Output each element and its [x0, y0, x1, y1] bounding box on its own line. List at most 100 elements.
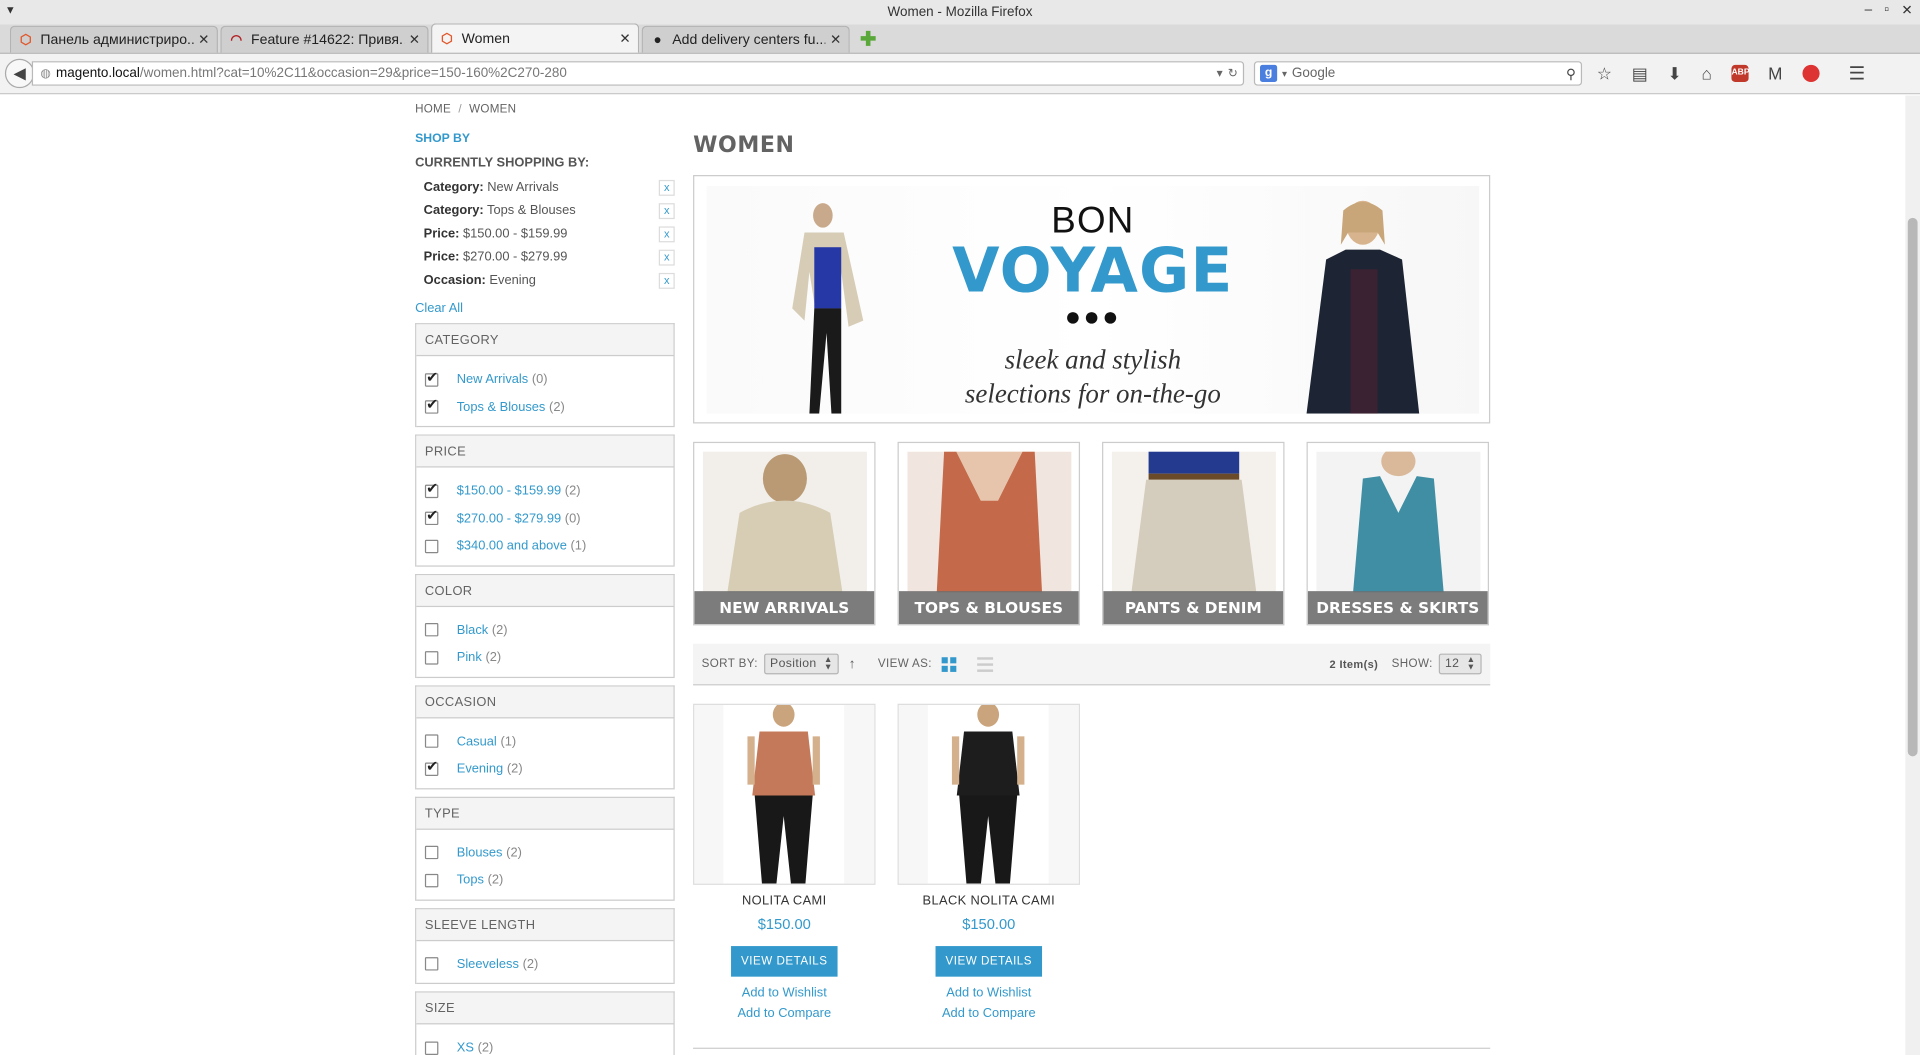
filter-option[interactable]: Tops & Blouses(2) [424, 393, 674, 421]
page-scrollbar[interactable] [1905, 95, 1920, 1055]
layered-navigation: SHOP BY CURRENTLY SHOPPING BY: Category:… [415, 132, 675, 1055]
category-image [702, 451, 867, 593]
browser-tab-redmine[interactable]: ◠ Feature #14622: Привя... ✕ [220, 25, 429, 53]
filter-checkbox[interactable] [424, 650, 439, 665]
browser-tab-women[interactable]: ⬡ Women ✕ [431, 23, 640, 53]
remove-filter-icon[interactable]: x [658, 179, 675, 196]
bookmark-star-icon[interactable]: ☆ [1597, 63, 1612, 84]
filter-checkbox[interactable] [424, 507, 438, 526]
filter-option[interactable]: Pink (2) [424, 644, 674, 672]
home-icon[interactable]: ⌂ [1701, 64, 1711, 84]
filter-option-label[interactable]: XS [457, 1041, 474, 1055]
scrollbar-thumb[interactable] [1907, 217, 1918, 757]
hero-banner[interactable]: BON VOYAGE ●●● sleek and stylish selecti… [693, 175, 1491, 424]
browser-tab-admin[interactable]: ⬡ Панель администриро... ✕ [9, 25, 218, 53]
hamburger-menu-icon[interactable]: ☰ [1849, 62, 1865, 85]
download-icon[interactable]: ⬇ [1668, 63, 1682, 84]
filter-option-label[interactable]: Tops & Blouses [457, 400, 546, 415]
tab-close-icon[interactable]: ✕ [619, 31, 630, 47]
search-icon[interactable]: ⚲ [1566, 65, 1576, 82]
filter-option[interactable]: Sleeveless (2) [424, 950, 674, 978]
filter-option-label[interactable]: $150.00 - $159.99 [457, 484, 561, 499]
gmail-icon[interactable]: M [1768, 64, 1782, 84]
filter-option-label[interactable]: $340.00 and above [457, 539, 567, 554]
add-to-wishlist-link[interactable]: Add to Wishlist [693, 985, 875, 1000]
extension-icon[interactable] [1802, 64, 1820, 83]
filter-checkbox[interactable] [424, 539, 439, 553]
filter-option[interactable]: Casual (1) [424, 728, 674, 756]
grid-view-icon[interactable] [941, 656, 957, 672]
dropdown-arrow-icon[interactable]: ▾ [1217, 67, 1223, 80]
remove-filter-icon[interactable]: x [658, 203, 675, 220]
new-tab-icon[interactable]: ✚ [855, 27, 882, 51]
filter-checkbox[interactable] [424, 1041, 439, 1055]
clear-all-link[interactable]: Clear All [415, 301, 675, 316]
filter-option[interactable]: Black (2) [424, 616, 674, 644]
sort-direction-arrow-icon[interactable]: ↑ [849, 657, 856, 672]
reading-list-icon[interactable]: ▤ [1632, 63, 1648, 84]
maximize-icon[interactable]: ▫ [1884, 2, 1889, 18]
filter-checkbox[interactable] [424, 368, 438, 387]
filter-checkbox[interactable] [424, 873, 439, 888]
category-tile-new-arrivals[interactable]: NEW ARRIVALS [693, 441, 876, 626]
filter-option-label[interactable]: New Arrivals [457, 372, 528, 387]
filter-checkbox[interactable] [424, 734, 439, 749]
search-engine-dropdown-icon[interactable]: ▾ [1282, 68, 1287, 79]
filter-checkbox[interactable] [424, 396, 438, 414]
add-to-compare-link[interactable]: Add to Compare [898, 1006, 1080, 1021]
sort-by-select[interactable]: Position ▲ ▼ [763, 653, 839, 675]
filter-option-label[interactable]: Casual [457, 734, 497, 749]
remove-filter-icon[interactable]: x [658, 272, 675, 289]
filter-option[interactable]: $150.00 - $159.99(2) [424, 477, 674, 505]
filter-checkbox[interactable] [424, 623, 439, 637]
remove-filter-icon[interactable]: x [658, 249, 675, 266]
filter-block-occasion: OCCASIONCasual(1)Evening(2) [415, 684, 675, 789]
filter-option[interactable]: Blouses (2) [424, 839, 674, 867]
minimize-icon[interactable]: – [1865, 2, 1873, 18]
reload-icon[interactable]: ↻ [1228, 67, 1238, 80]
remove-filter-icon[interactable]: x [658, 226, 675, 243]
product-name[interactable]: NOLITA CAMI [693, 893, 875, 908]
filter-option[interactable]: New Arrivals(0) [424, 366, 674, 394]
add-to-wishlist-link[interactable]: Add to Wishlist [898, 985, 1080, 1000]
filter-option[interactable]: Evening(2) [424, 755, 674, 783]
google-icon[interactable]: g [1260, 64, 1278, 83]
breadcrumb-home[interactable]: HOME [415, 103, 451, 116]
product-name[interactable]: BLACK NOLITA CAMI [898, 893, 1080, 908]
tab-close-icon[interactable]: ✕ [830, 32, 841, 48]
category-tile-dresses-skirts[interactable]: DRESSES & SKIRTS [1306, 441, 1489, 626]
search-bar[interactable]: g ▾ Google ⚲ [1253, 61, 1583, 86]
browser-tab-github[interactable]: ● Add delivery centers fu... ✕ [641, 25, 850, 53]
filter-option-label[interactable]: Tops [457, 873, 484, 888]
filter-checkbox[interactable] [424, 757, 438, 776]
product-image[interactable] [693, 703, 876, 885]
add-to-compare-link[interactable]: Add to Compare [693, 1006, 875, 1021]
url-bar[interactable]: ◍ magento.local/women.html?cat=10%2C11&o… [31, 61, 1245, 86]
filter-option-label[interactable]: Pink [457, 650, 482, 665]
filter-option[interactable]: Tops (2) [424, 867, 674, 895]
filter-option[interactable]: $340.00 and above (1) [424, 532, 674, 560]
filter-checkbox[interactable] [424, 846, 439, 860]
view-details-button[interactable]: VIEW DETAILS [935, 946, 1043, 977]
filter-option-label[interactable]: Blouses [457, 845, 503, 860]
products-toolbar: SORT BY: Position ▲ ▼ ↑ VIEW AS: 2 Item(s… [693, 643, 1491, 686]
show-limit-select[interactable]: 12 ▲ ▼ [1438, 653, 1482, 675]
category-tile-tops-blouses[interactable]: TOPS & BLOUSES [897, 441, 1081, 626]
product-image[interactable] [897, 703, 1081, 885]
filter-option-label[interactable]: Evening [457, 762, 503, 777]
filter-option-label[interactable]: $270.00 - $279.99 [457, 511, 561, 526]
filter-option-label[interactable]: Sleeveless [457, 957, 519, 972]
filter-checkbox[interactable] [424, 957, 439, 971]
tab-close-icon[interactable]: ✕ [409, 32, 420, 48]
filter-option[interactable]: $270.00 - $279.99(0) [424, 505, 674, 533]
tab-close-icon[interactable]: ✕ [198, 32, 209, 48]
view-details-button[interactable]: VIEW DETAILS [731, 946, 838, 977]
category-tile-pants-denim[interactable]: PANTS & DENIM [1102, 441, 1285, 626]
filter-checkbox[interactable] [424, 479, 438, 498]
adblock-icon[interactable]: ABP [1731, 64, 1750, 83]
filter-option[interactable]: XS (2) [424, 1034, 674, 1055]
back-arrow-icon[interactable]: ◀ [4, 58, 35, 89]
filter-option-label[interactable]: Black [457, 623, 488, 638]
list-view-icon[interactable] [977, 656, 994, 672]
close-window-icon[interactable]: ✕ [1901, 2, 1912, 19]
